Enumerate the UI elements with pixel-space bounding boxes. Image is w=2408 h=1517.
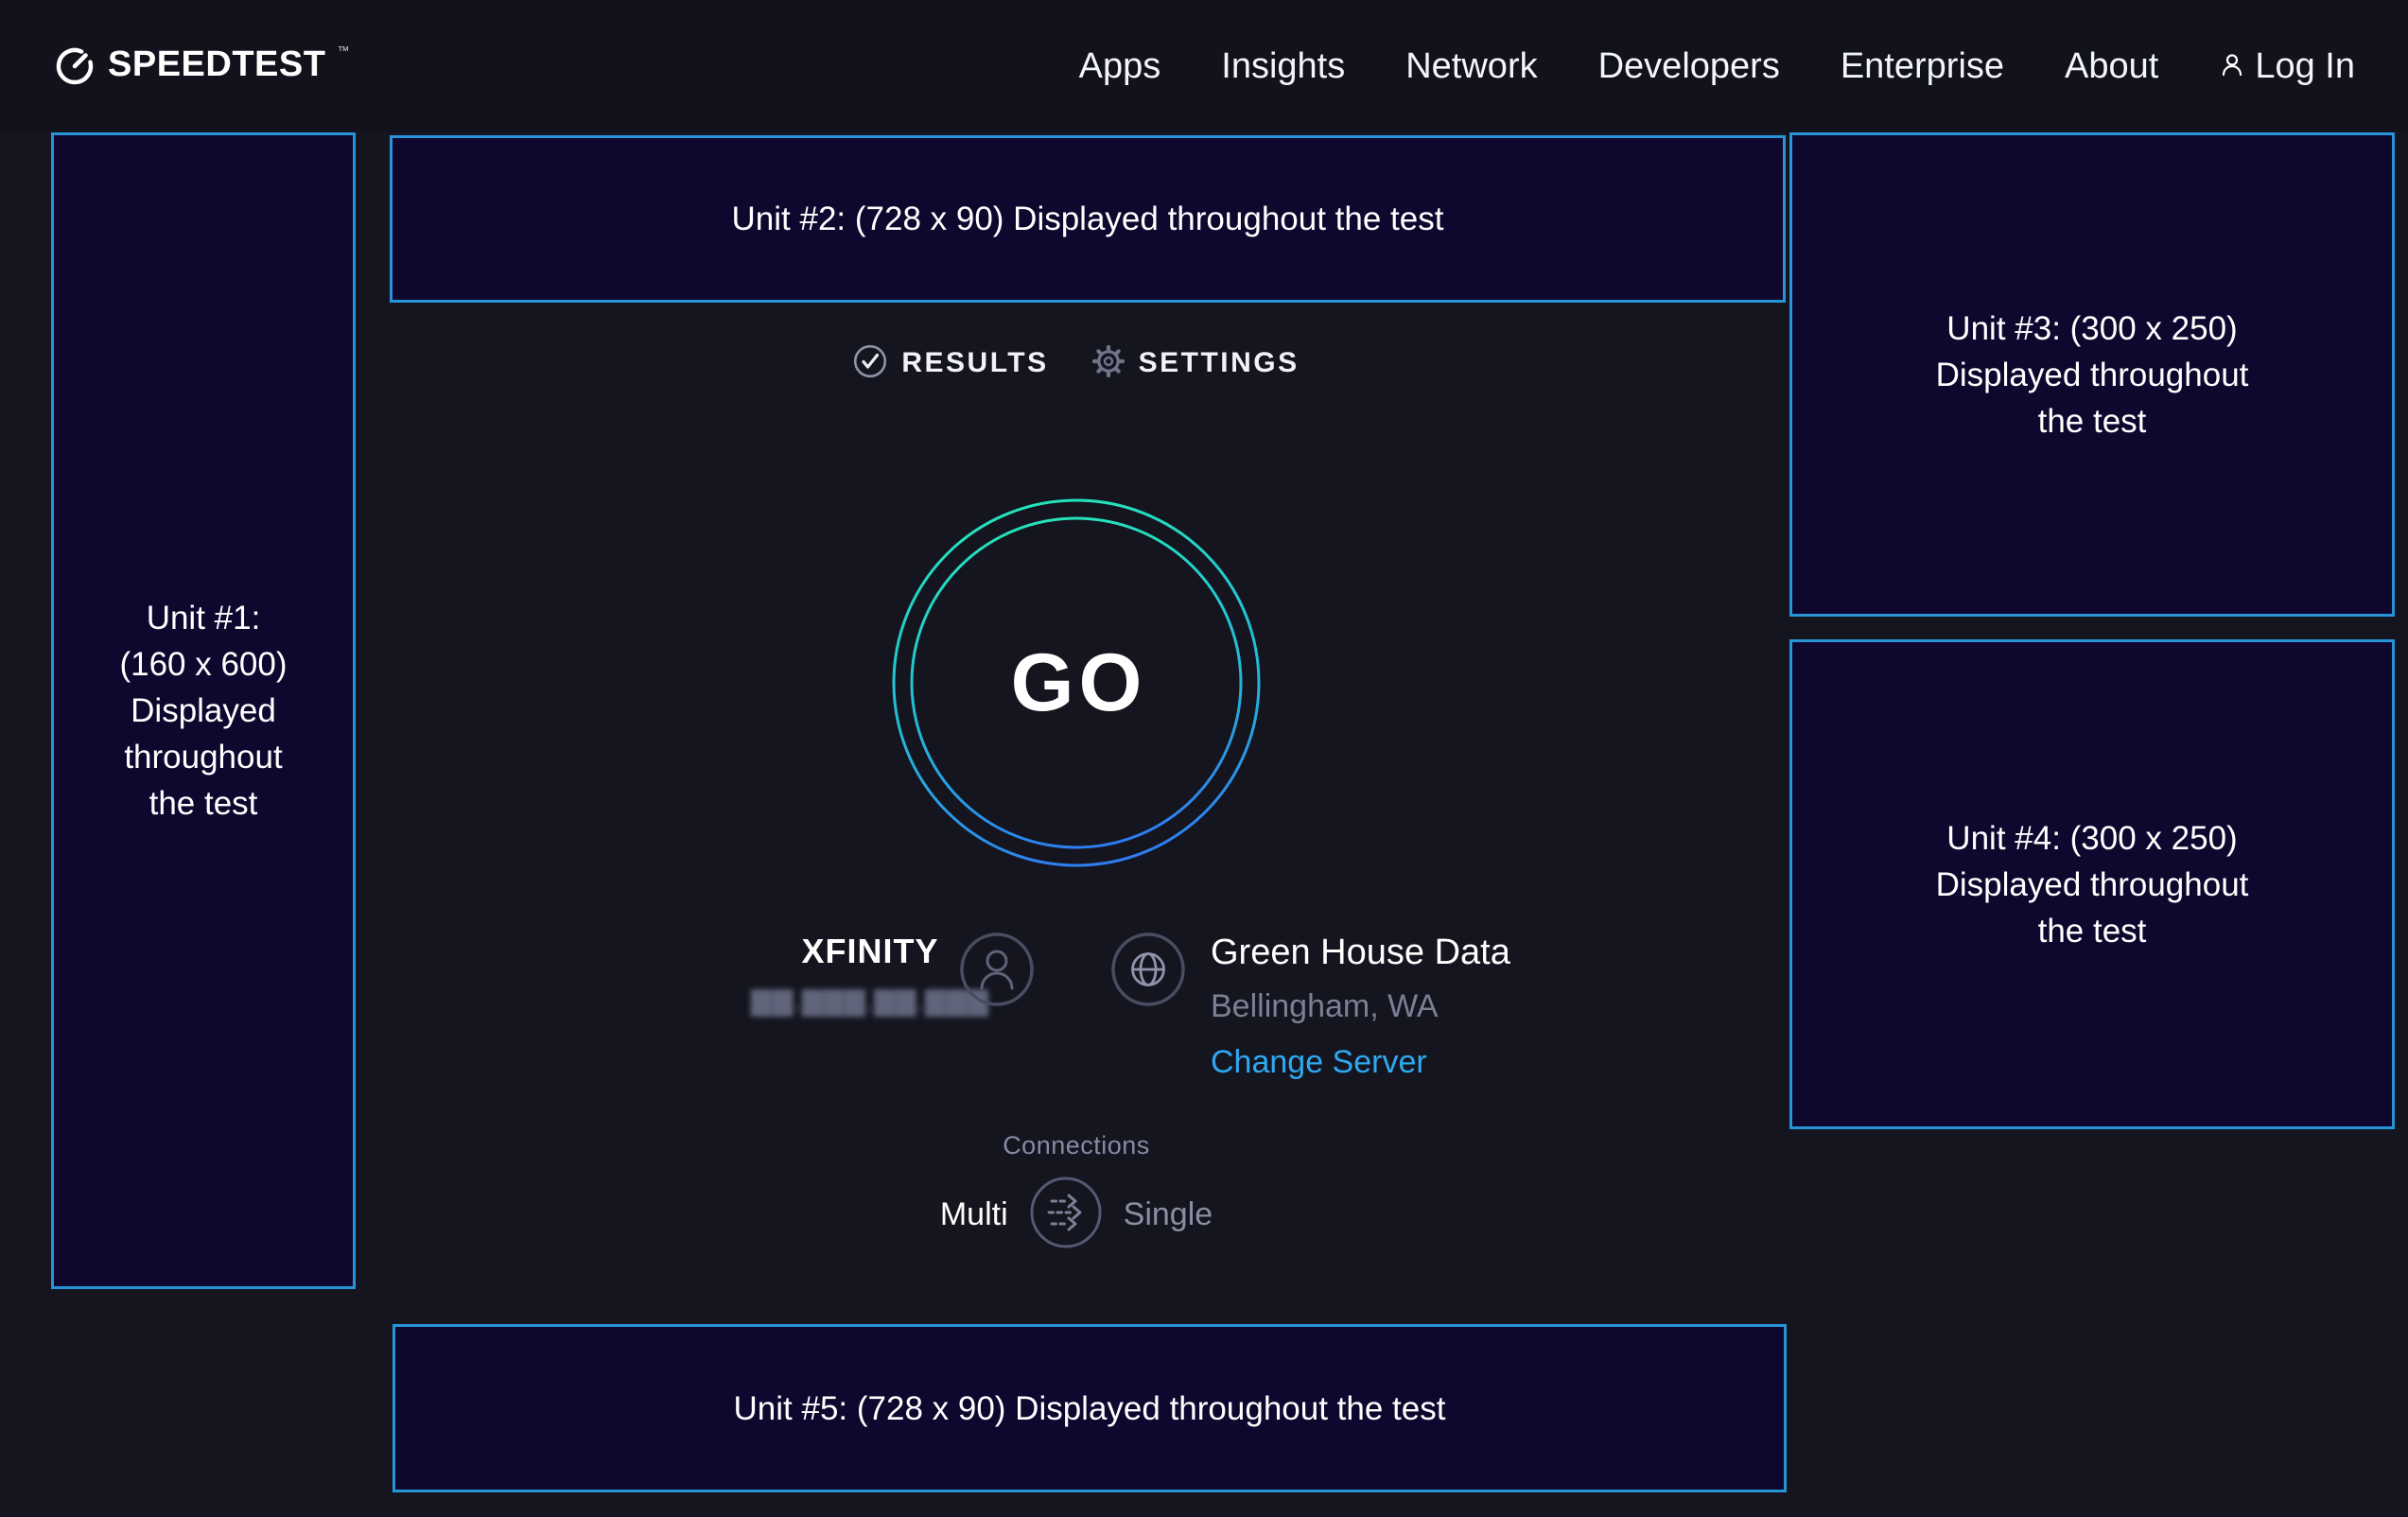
server-location: Bellingham, WA xyxy=(1211,986,1439,1026)
provider-row: XFINITY ▇▇.▇▇▇.▇▇.▇▇▇ Green House Data B… xyxy=(390,927,1763,1125)
isp-block: XFINITY ▇▇.▇▇▇.▇▇.▇▇▇ xyxy=(776,932,965,1017)
ad-unit-2[interactable]: Unit #2: (728 x 90) Displayed throughout… xyxy=(390,135,1786,303)
ad-unit-4-line: Displayed throughout xyxy=(1936,862,2249,908)
ad-unit-5[interactable]: Unit #5: (728 x 90) Displayed throughout… xyxy=(393,1324,1787,1492)
nav-item-network[interactable]: Network xyxy=(1405,46,1537,87)
nav-item-apps[interactable]: Apps xyxy=(1079,46,1161,87)
nav-item-about[interactable]: About xyxy=(2065,46,2158,87)
ad-unit-5-text: Unit #5: (728 x 90) Displayed throughout… xyxy=(734,1386,1446,1432)
connections-toggle-row: Multi Single xyxy=(390,1177,1763,1251)
ad-unit-1-line: Displayed xyxy=(131,688,276,734)
tab-settings[interactable]: SETTINGS xyxy=(1092,345,1300,382)
ad-unit-1-line: (160 x 600) xyxy=(119,641,287,688)
tabs-row: RESULTS SETTINGS xyxy=(390,333,1763,393)
ad-unit-1-line: the test xyxy=(149,780,258,827)
gear-icon xyxy=(1092,345,1125,382)
connections-label: Connections xyxy=(390,1131,1763,1160)
nav-item-enterprise[interactable]: Enterprise xyxy=(1841,46,2004,87)
server-block: Green House Data Bellingham, WA Change S… xyxy=(1211,932,1510,1082)
tab-settings-label: SETTINGS xyxy=(1139,347,1300,379)
ad-unit-4-line: Unit #4: (300 x 250) xyxy=(1946,815,2237,862)
ad-unit-3-line: Displayed throughout xyxy=(1936,352,2249,398)
globe-circle-icon[interactable] xyxy=(1109,931,1187,1013)
ad-unit-1-line: Unit #1: xyxy=(147,595,261,641)
login-label: Log In xyxy=(2255,46,2355,87)
ad-unit-3-line: Unit #3: (300 x 250) xyxy=(1946,305,2237,352)
login-link[interactable]: Log In xyxy=(2219,46,2355,87)
isp-ip-redacted: ▇▇.▇▇▇.▇▇.▇▇▇ xyxy=(751,985,989,1017)
ad-unit-3-line: the test xyxy=(2038,398,2147,445)
ad-unit-1-line: throughout xyxy=(124,734,282,780)
connections-multi-option[interactable]: Multi xyxy=(940,1196,1008,1233)
ad-unit-4-line: the test xyxy=(2038,908,2147,954)
ad-unit-2-text: Unit #2: (728 x 90) Displayed throughout… xyxy=(732,196,1444,242)
connections-toggle-icon[interactable] xyxy=(1029,1176,1103,1254)
nav-item-developers[interactable]: Developers xyxy=(1598,46,1780,87)
ad-unit-3[interactable]: Unit #3: (300 x 250) Displayed throughou… xyxy=(1789,132,2395,617)
logo-text: SPEEDTEST xyxy=(108,43,325,86)
logo[interactable]: SPEEDTEST ™ xyxy=(53,43,349,91)
change-server-link[interactable]: Change Server xyxy=(1211,1042,1427,1082)
header: SPEEDTEST ™ Apps Insights Network Develo… xyxy=(0,0,2408,132)
go-button[interactable]: GO xyxy=(892,498,1261,867)
tab-results-label: RESULTS xyxy=(901,347,1048,379)
person-circle-icon[interactable] xyxy=(958,931,1036,1013)
ad-unit-1[interactable]: Unit #1: (160 x 600) Displayed throughou… xyxy=(51,132,356,1289)
nav-item-insights[interactable]: Insights xyxy=(1221,46,1345,87)
server-name: Green House Data xyxy=(1211,932,1510,973)
user-icon xyxy=(2219,51,2245,82)
go-label: GO xyxy=(892,498,1261,867)
tab-results[interactable]: RESULTS xyxy=(853,344,1048,383)
isp-name[interactable]: XFINITY xyxy=(801,932,938,971)
speedometer-logo-icon xyxy=(53,43,96,91)
connections-single-option[interactable]: Single xyxy=(1124,1196,1213,1233)
ad-unit-4[interactable]: Unit #4: (300 x 250) Displayed throughou… xyxy=(1789,639,2395,1129)
logo-trademark: ™ xyxy=(337,44,349,57)
main-nav: Apps Insights Network Developers Enterpr… xyxy=(1079,46,2355,87)
check-circle-icon xyxy=(853,344,887,383)
